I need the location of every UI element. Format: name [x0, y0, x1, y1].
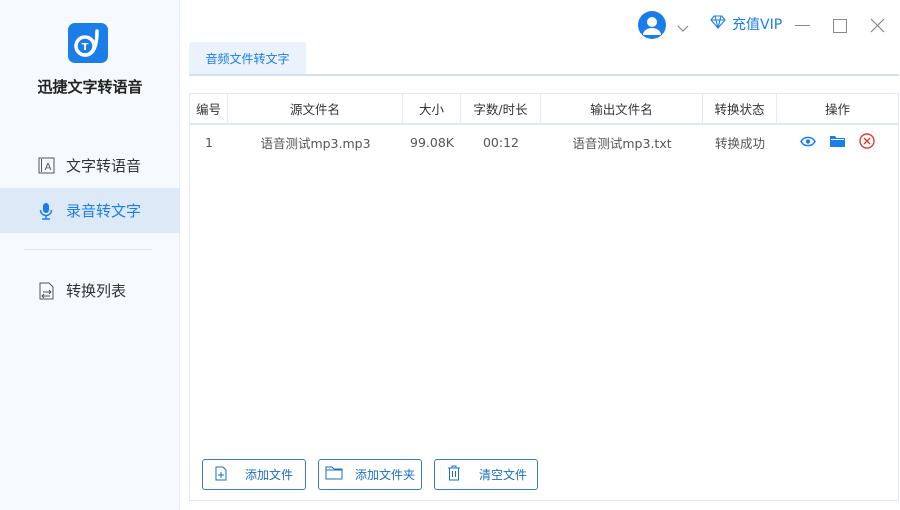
svg-text:A: A: [44, 162, 51, 173]
table-header: 编号 源文件名 大小 字数/时长 输出文件名 转换状态 操作: [190, 94, 898, 125]
add-folder-label: 添加文件夹: [355, 468, 416, 482]
cell-size: 99.08K: [410, 135, 454, 150]
sidebar-item-speech-to-text[interactable]: 录音转文字: [0, 188, 180, 233]
col-output: 输出文件名: [541, 94, 703, 123]
cell-output: 语音测试mp3.txt: [572, 136, 672, 151]
cell-actions: [777, 125, 898, 160]
svg-text:T: T: [82, 42, 89, 53]
list-icon: [37, 282, 55, 300]
divider: [24, 249, 152, 250]
add-file-icon: [215, 466, 227, 484]
table-row[interactable]: 1 语音测试mp3.mp3 99.08K 00:12 语音测试mp3.txt 转…: [190, 125, 898, 160]
cell-duration: 00:12: [482, 135, 520, 150]
text-a-icon: A: [37, 157, 55, 174]
app-logo: T: [68, 23, 108, 63]
col-index: 编号: [190, 94, 228, 123]
col-size: 大小: [403, 94, 461, 123]
chevron-down-icon[interactable]: [677, 18, 689, 37]
col-status: 转换状态: [703, 94, 777, 123]
sidebar-item-label: 文字转语音: [66, 157, 142, 175]
tab-underline: [189, 74, 899, 76]
sidebar-item-label: 录音转文字: [66, 202, 142, 220]
vip-button[interactable]: 充值VIP: [710, 14, 782, 34]
maximize-button[interactable]: [833, 19, 847, 33]
clear-files-label: 清空文件: [479, 468, 528, 482]
add-file-label: 添加文件: [245, 468, 294, 482]
col-actions: 操作: [824, 102, 850, 117]
cell-status: 转换成功: [714, 136, 765, 151]
close-button[interactable]: [870, 18, 885, 37]
diamond-icon: [710, 15, 726, 33]
add-file-button[interactable]: 添加文件: [202, 459, 306, 490]
file-table: 编号 源文件名 大小 字数/时长 输出文件名 转换状态 操作 1 语音测试mp3…: [189, 93, 899, 501]
folder-icon: [325, 466, 343, 483]
sidebar-item-label: 转换列表: [66, 282, 127, 300]
microphone-icon: [37, 202, 55, 220]
preview-eye-icon[interactable]: [800, 135, 816, 150]
sidebar: T 迅捷文字转语音 A 文字转语音 录音转文字 转换列表: [0, 0, 180, 510]
clear-files-button[interactable]: 清空文件: [434, 459, 538, 490]
app-name: 迅捷文字转语音: [37, 78, 143, 96]
col-source: 源文件名: [228, 94, 403, 123]
minimize-button[interactable]: [795, 25, 810, 26]
trash-icon: [447, 465, 461, 484]
user-avatar[interactable]: [638, 11, 666, 39]
delete-icon[interactable]: [859, 133, 875, 152]
add-folder-button[interactable]: 添加文件夹: [318, 459, 422, 490]
vip-label: 充值VIP: [732, 17, 783, 33]
sidebar-item-text-to-speech[interactable]: A 文字转语音: [0, 143, 180, 188]
sidebar-item-conversion-list[interactable]: 转换列表: [0, 268, 180, 313]
cell-index: 1: [205, 135, 213, 150]
open-folder-icon[interactable]: [830, 135, 845, 150]
col-duration: 字数/时长: [461, 94, 541, 123]
cell-source: 语音测试mp3.mp3: [260, 136, 371, 151]
tab-audio-to-text[interactable]: 音频文件转文字: [189, 42, 306, 74]
